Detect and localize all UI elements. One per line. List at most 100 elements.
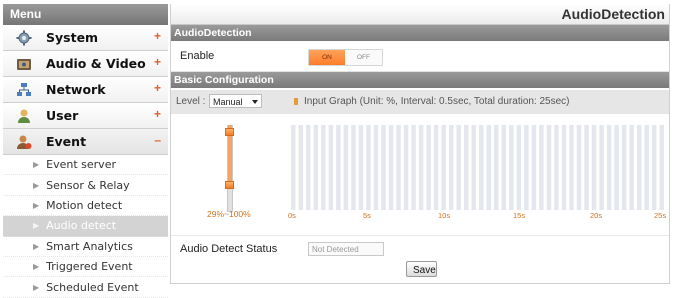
- sidebar-item-network[interactable]: Network +: [3, 77, 168, 103]
- submenu-item-audio-detect[interactable]: ▶ Audio detect: [3, 216, 168, 237]
- threshold-low-handle[interactable]: [225, 181, 234, 190]
- graph-column: [659, 125, 664, 210]
- enable-toggle[interactable]: ON OFF: [308, 49, 383, 66]
- sidebar-item-label: Network: [46, 82, 106, 97]
- section-header-audio-detection: AudioDetection: [171, 25, 669, 41]
- config-toolbar: Level : Manual Input Graph (Unit: %, Int…: [171, 90, 669, 114]
- collapse-icon[interactable]: –: [154, 133, 161, 147]
- chevron-down-icon: [252, 100, 258, 104]
- graph-column: [418, 125, 424, 210]
- graph-column: [463, 125, 469, 210]
- graph-column: [373, 125, 379, 210]
- audio-detect-status-row: Audio Detect Status Not Detected: [171, 235, 669, 262]
- threshold-range-text: 29%~100%: [207, 209, 251, 219]
- graph-column: [606, 125, 612, 210]
- graph-column: [291, 125, 296, 210]
- menu-header: Menu: [3, 4, 168, 25]
- graph-column: [471, 125, 476, 210]
- audio-detect-status-label: Audio Detect Status: [180, 243, 278, 255]
- arrow-right-icon: ▶: [33, 262, 40, 272]
- graph-column: [599, 125, 604, 210]
- graph-column: [381, 125, 386, 210]
- arrow-right-icon: ▶: [33, 180, 40, 190]
- graph-column: [614, 125, 619, 210]
- submenu-item-triggered-event[interactable]: ▶ Triggered Event: [3, 257, 168, 278]
- arrow-right-icon: ▶: [33, 200, 40, 210]
- graph-icon: [294, 97, 298, 105]
- audio-detect-status-field: Not Detected: [308, 242, 384, 256]
- graph-column: [433, 125, 439, 210]
- sidebar-item-audio-video[interactable]: Audio & Video +: [3, 51, 168, 77]
- sidebar-item-label: Event: [46, 134, 87, 149]
- event-submenu: ▶ Event server ▶ Sensor & Relay ▶ Motion de…: [3, 155, 168, 298]
- graph-column: [561, 125, 567, 210]
- x-tick-0s: 0s: [288, 211, 296, 220]
- submenu-item-sensor-relay[interactable]: ▶ Sensor & Relay: [3, 175, 168, 196]
- enable-row: Enable ON OFF: [171, 41, 669, 72]
- graph-column: [313, 125, 319, 210]
- graph-column: [501, 125, 507, 210]
- system-icon: [16, 30, 32, 46]
- graph-column: [366, 125, 371, 210]
- graph-column: [448, 125, 454, 210]
- audio-video-icon: [16, 56, 32, 72]
- x-tick-15s: 15s: [513, 211, 526, 220]
- graph-column: [539, 125, 544, 210]
- submenu-item-scheduled-event[interactable]: ▶ Scheduled Event: [3, 277, 168, 298]
- arrow-right-icon: ▶: [33, 160, 40, 170]
- sidebar-item-label: User: [46, 108, 79, 123]
- graph-column: [298, 125, 304, 210]
- arrow-right-icon: ▶: [33, 241, 40, 251]
- toggle-on[interactable]: ON: [309, 50, 345, 65]
- graph-column: [321, 125, 326, 210]
- graph-column: [621, 125, 627, 210]
- event-icon: [16, 134, 32, 150]
- graph-column: [411, 125, 416, 210]
- sidebar-item-system[interactable]: System +: [3, 25, 168, 51]
- network-icon: [16, 82, 32, 98]
- sidebar: Menu System + Audio & Video + Network + …: [3, 4, 168, 298]
- graph-column: [328, 125, 334, 210]
- save-button[interactable]: Save: [406, 261, 437, 277]
- graph-column: [509, 125, 514, 210]
- graph-column: [486, 125, 492, 210]
- x-tick-10s: 10s: [438, 211, 451, 220]
- graph-column: [576, 125, 582, 210]
- graph-column: [584, 125, 589, 210]
- graph-column: [343, 125, 349, 210]
- submenu-item-event-server[interactable]: ▶ Event server: [3, 155, 168, 176]
- user-icon: [16, 108, 32, 124]
- sidebar-item-label: Audio & Video: [46, 56, 146, 71]
- expand-icon[interactable]: +: [154, 55, 161, 69]
- expand-icon[interactable]: +: [154, 29, 161, 43]
- sidebar-item-event[interactable]: Event –: [3, 129, 168, 155]
- submenu-item-motion-detect[interactable]: ▶ Motion detect: [3, 196, 168, 217]
- input-graph: [290, 125, 666, 210]
- enable-label: Enable: [180, 50, 215, 62]
- threshold-high-handle[interactable]: [225, 128, 234, 136]
- graph-column: [351, 125, 356, 210]
- graph-column: [403, 125, 409, 210]
- graph-column: [388, 125, 394, 210]
- graph-column: [494, 125, 499, 210]
- toggle-off[interactable]: OFF: [345, 50, 382, 65]
- expand-icon[interactable]: +: [154, 107, 161, 121]
- graph-column: [358, 125, 364, 210]
- sidebar-item-user[interactable]: User +: [3, 103, 168, 129]
- level-select[interactable]: Manual: [209, 94, 262, 108]
- graph-column: [531, 125, 537, 210]
- graph-column: [396, 125, 401, 210]
- submenu-item-smart-analytics[interactable]: ▶ Smart Analytics: [3, 237, 168, 257]
- x-tick-25s: 25s: [654, 211, 667, 220]
- sidebar-item-label: System: [46, 30, 99, 45]
- graph-column: [336, 125, 341, 210]
- input-graph-bars: [291, 125, 664, 210]
- graph-column: [644, 125, 649, 210]
- expand-icon[interactable]: +: [154, 81, 161, 95]
- arrow-right-icon: ▶: [33, 221, 40, 231]
- input-graph-title: Input Graph (Unit: %, Interval: 0.5sec, …: [294, 96, 570, 107]
- graph-column: [569, 125, 574, 210]
- graph-column: [516, 125, 522, 210]
- page-title: AudioDetection: [171, 4, 669, 25]
- main-panel: AudioDetection AudioDetection Enable ON …: [170, 4, 670, 284]
